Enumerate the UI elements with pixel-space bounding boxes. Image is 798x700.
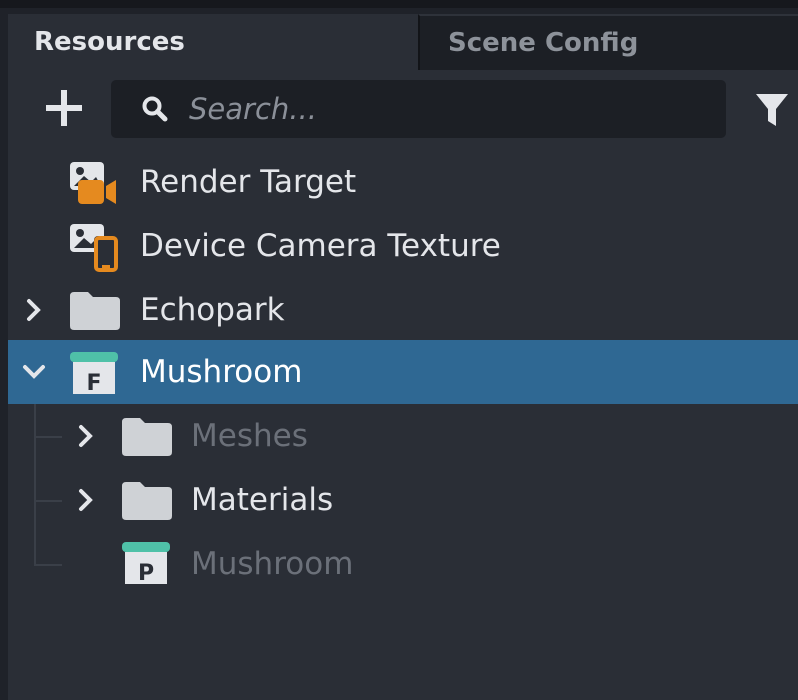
tree-item-label: Render Target: [140, 164, 357, 200]
tree-item-mushroom-prefab[interactable]: P Mushroom: [8, 532, 798, 596]
fbx-icon: F: [70, 352, 118, 396]
folder-icon: [70, 292, 120, 330]
tab-resources-label: Resources: [34, 27, 185, 57]
filter-button[interactable]: [754, 90, 790, 130]
tree-item-label: Materials: [191, 482, 334, 518]
tree-item-meshes[interactable]: Meshes: [8, 404, 798, 468]
tree-item-label: Mushroom: [140, 354, 303, 390]
chevron-right-icon[interactable]: [78, 488, 94, 512]
panel-top-border: [0, 0, 798, 8]
prefab-icon: P: [122, 542, 170, 586]
tab-scene-config-label: Scene Config: [448, 28, 639, 58]
fbx-icon-letter: F: [86, 371, 101, 396]
folder-icon: [122, 482, 172, 520]
resource-tree: Render Target Device Camera Texture Echo…: [8, 146, 798, 700]
resources-panel: Resources Scene Config Search... Render …: [0, 0, 798, 700]
chevron-right-icon[interactable]: [26, 298, 42, 322]
search-input[interactable]: [189, 88, 709, 130]
tree-item-label: Echopark: [140, 292, 285, 328]
tree-item-materials[interactable]: Materials: [8, 468, 798, 532]
render-target-icon: [70, 162, 116, 204]
plus-icon: [46, 90, 82, 126]
search-icon: [142, 96, 168, 122]
prefab-icon-letter: P: [138, 561, 154, 586]
resources-toolbar: [8, 70, 798, 146]
chevron-down-icon[interactable]: [22, 364, 46, 380]
device-camera-texture-icon: [70, 224, 118, 272]
tree-item-mushroom-fbx[interactable]: F Mushroom: [8, 340, 798, 404]
tree-item-echopark[interactable]: Echopark: [8, 278, 798, 342]
funnel-icon: [756, 94, 788, 126]
add-resource-button[interactable]: [42, 86, 86, 130]
tab-resources[interactable]: Resources: [8, 14, 418, 70]
tree-item-label: Meshes: [191, 418, 308, 454]
search-box[interactable]: [111, 80, 726, 138]
tree-item-label: Device Camera Texture: [140, 228, 501, 264]
tree-item-device-camera-texture[interactable]: Device Camera Texture: [8, 214, 798, 278]
tree-item-render-target[interactable]: Render Target: [8, 150, 798, 214]
folder-icon: [122, 418, 172, 456]
chevron-right-icon[interactable]: [78, 424, 94, 448]
tree-item-label: Mushroom: [191, 546, 354, 582]
tab-scene-config[interactable]: Scene Config: [418, 14, 798, 70]
